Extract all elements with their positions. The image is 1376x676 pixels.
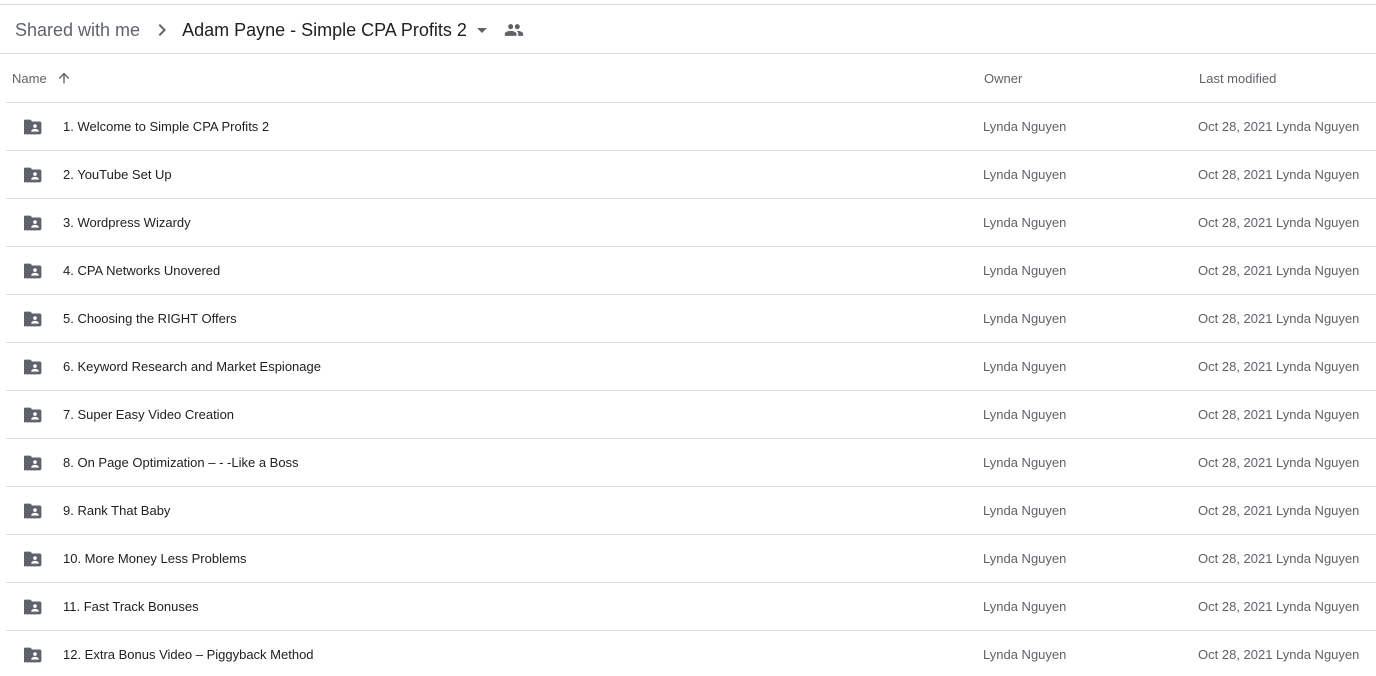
people-icon [502, 18, 526, 42]
arrow-drop-down-icon[interactable] [470, 18, 494, 42]
shared-folder-icon [23, 644, 46, 666]
last-modified-by: Lynda Nguyen [1276, 215, 1360, 230]
column-header-row: Name Owner Last modified [6, 54, 1376, 103]
table-row[interactable]: 3. Wordpress Wizardy Lynda Nguyen Oct 28, … [6, 199, 1376, 247]
folder-name: 12. Extra Bonus Video – Piggyback Method [63, 647, 314, 662]
shared-folder-icon [23, 356, 46, 378]
last-modified-by: Lynda Nguyen [1276, 311, 1360, 326]
folder-name: 5. Choosing the RIGHT Offers [63, 311, 237, 326]
owner-cell: Lynda Nguyen [983, 263, 1067, 278]
last-modified-date: Oct 28, 2021 [1198, 359, 1273, 374]
shared-folder-icon [23, 116, 46, 138]
last-modified-date: Oct 28, 2021 [1198, 647, 1273, 662]
owner-cell: Lynda Nguyen [983, 311, 1067, 326]
last-modified-date: Oct 28, 2021 [1198, 263, 1273, 278]
owner-cell: Lynda Nguyen [983, 167, 1067, 182]
breadcrumb: Shared with me Adam Payne - Simple CPA P… [15, 10, 526, 50]
breadcrumb-shared-with-me[interactable]: Shared with me [15, 20, 140, 41]
folder-name: 11. Fast Track Bonuses [63, 599, 199, 614]
column-header-name[interactable]: Name [12, 54, 73, 102]
file-list: 1. Welcome to Simple CPA Profits 2 Lynda … [6, 103, 1376, 676]
shared-folder-icon [23, 308, 46, 330]
table-row[interactable]: 5. Choosing the RIGHT Offers Lynda Nguyen… [6, 295, 1376, 343]
shared-folder-icon [23, 212, 46, 234]
folder-name: 6. Keyword Research and Market Espionage [63, 359, 321, 374]
shared-folder-icon [23, 452, 46, 474]
table-row[interactable]: 12. Extra Bonus Video – Piggyback Method… [6, 631, 1376, 676]
last-modified-date: Oct 28, 2021 [1198, 311, 1273, 326]
folder-name: 3. Wordpress Wizardy [63, 215, 191, 230]
breadcrumb-current-folder[interactable]: Adam Payne - Simple CPA Profits 2 [182, 20, 467, 41]
last-modified-by: Lynda Nguyen [1276, 551, 1360, 566]
owner-cell: Lynda Nguyen [983, 407, 1067, 422]
last-modified-by: Lynda Nguyen [1276, 455, 1360, 470]
folder-name: 9. Rank That Baby [63, 503, 171, 518]
shared-folder-icon [23, 260, 46, 282]
last-modified-date: Oct 28, 2021 [1198, 503, 1273, 518]
last-modified-by: Lynda Nguyen [1276, 599, 1360, 614]
table-row[interactable]: 4. CPA Networks Unovered Lynda Nguyen Oct … [6, 247, 1376, 295]
last-modified-by: Lynda Nguyen [1276, 503, 1360, 518]
drive-file-browser: Shared with me Adam Payne - Simple CPA P… [0, 0, 1376, 676]
owner-cell: Lynda Nguyen [983, 215, 1067, 230]
last-modified-by: Lynda Nguyen [1276, 119, 1360, 134]
column-header-last-modified[interactable]: Last modified [1199, 54, 1276, 102]
table-row[interactable]: 8. On Page Optimization – - -Like a Boss… [6, 439, 1376, 487]
owner-cell: Lynda Nguyen [983, 551, 1067, 566]
last-modified-by: Lynda Nguyen [1276, 167, 1360, 182]
column-header-owner[interactable]: Owner [984, 54, 1022, 102]
table-row[interactable]: 2. YouTube Set Up Lynda Nguyen Oct 28, 202… [6, 151, 1376, 199]
arrow-upward-icon[interactable] [55, 69, 73, 87]
last-modified-date: Oct 28, 2021 [1198, 215, 1273, 230]
folder-name: 1. Welcome to Simple CPA Profits 2 [63, 119, 270, 134]
last-modified-date: Oct 28, 2021 [1198, 551, 1273, 566]
chevron-right-icon [150, 18, 174, 42]
table-row[interactable]: 1. Welcome to Simple CPA Profits 2 Lynda … [6, 103, 1376, 151]
last-modified-date: Oct 28, 2021 [1198, 167, 1273, 182]
folder-name: 10. More Money Less Problems [63, 551, 247, 566]
table-row[interactable]: 6. Keyword Research and Market Espionage… [6, 343, 1376, 391]
last-modified-date: Oct 28, 2021 [1198, 599, 1273, 614]
owner-cell: Lynda Nguyen [983, 647, 1067, 662]
last-modified-by: Lynda Nguyen [1276, 263, 1360, 278]
shared-folder-icon [23, 500, 46, 522]
last-modified-by: Lynda Nguyen [1276, 359, 1360, 374]
last-modified-by: Lynda Nguyen [1276, 407, 1360, 422]
table-row[interactable]: 11. Fast Track Bonuses Lynda Nguyen Oct 28… [6, 583, 1376, 631]
owner-cell: Lynda Nguyen [983, 599, 1067, 614]
shared-folder-icon [23, 164, 46, 186]
table-row[interactable]: 7. Super Easy Video Creation Lynda Nguyen… [6, 391, 1376, 439]
folder-name: 2. YouTube Set Up [63, 167, 172, 182]
owner-cell: Lynda Nguyen [983, 359, 1067, 374]
owner-cell: Lynda Nguyen [983, 455, 1067, 470]
last-modified-date: Oct 28, 2021 [1198, 119, 1273, 134]
shared-folder-icon [23, 404, 46, 426]
owner-cell: Lynda Nguyen [983, 119, 1067, 134]
top-divider [0, 4, 1376, 5]
last-modified-date: Oct 28, 2021 [1198, 407, 1273, 422]
shared-folder-icon [23, 548, 46, 570]
column-header-name-label: Name [12, 70, 47, 86]
folder-name: 4. CPA Networks Unovered [63, 263, 221, 278]
folder-name: 7. Super Easy Video Creation [63, 407, 235, 422]
last-modified-date: Oct 28, 2021 [1198, 455, 1273, 470]
table-row[interactable]: 9. Rank That Baby Lynda Nguyen Oct 28, 202… [6, 487, 1376, 535]
table-row[interactable]: 10. More Money Less Problems Lynda Nguyen… [6, 535, 1376, 583]
shared-folder-icon [23, 596, 46, 618]
last-modified-by: Lynda Nguyen [1276, 647, 1360, 662]
owner-cell: Lynda Nguyen [983, 503, 1067, 518]
folder-name: 8. On Page Optimization – - -Like a Boss [63, 455, 299, 470]
